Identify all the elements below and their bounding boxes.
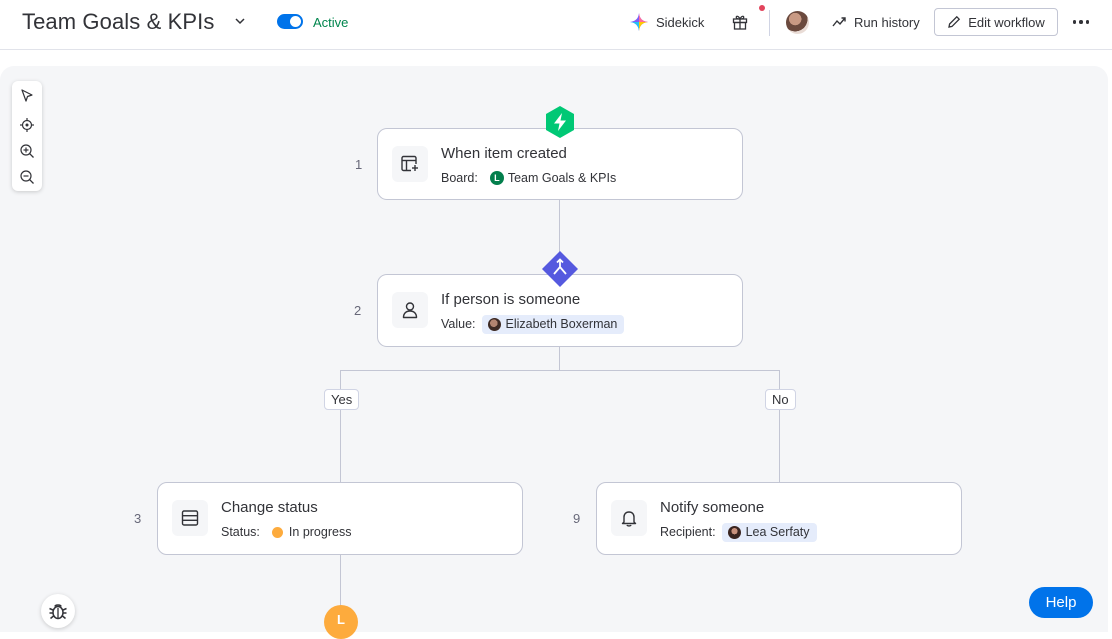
recipient-chip: Lea Serfaty [721,522,817,542]
trigger-title: When item created [441,145,567,162]
edit-workflow-button[interactable]: Edit workflow [934,8,1058,36]
sidekick-button[interactable]: Sidekick [630,12,704,32]
person-avatar [487,317,501,331]
board-avatar: L [489,171,504,185]
person-name: Elizabeth Boxerman [505,317,618,331]
condition-title: If person is someone [441,291,581,308]
sparkle-icon [630,13,648,31]
zoom-out-icon[interactable] [19,169,35,185]
lightning-icon [546,106,574,138]
branch-no-label: No [765,389,796,410]
step-number: 2 [354,303,362,318]
active-toggle[interactable] [277,14,303,29]
canvas-toolbar [12,81,42,191]
change-status-title: Change status [221,499,318,516]
more-options-icon[interactable] [1070,12,1092,32]
recipient-name: Lea Serfaty [745,525,810,539]
board-name: Team Goals & KPIs [507,171,617,185]
run-history-button[interactable]: Run history [832,12,920,32]
connector-line [340,370,341,483]
chevron-down-icon[interactable] [233,14,247,28]
user-avatar[interactable] [786,11,809,34]
notify-detail: Recipient: Lea Serfaty [660,522,817,542]
zoom-in-icon[interactable] [19,143,35,159]
gift-icon[interactable] [731,13,749,31]
pointer-icon[interactable] [19,88,35,104]
detail-label: Board: [441,171,478,185]
connector-line [340,554,341,606]
help-button[interactable]: Help [1029,587,1093,618]
detail-label: Value: [441,317,476,331]
person-icon [392,292,428,328]
step-number: 1 [355,157,363,172]
status-value: In progress [288,525,352,539]
detail-label: Recipient: [660,525,716,539]
edit-workflow-label: Edit workflow [968,14,1045,30]
recipient-avatar [727,525,741,539]
branch-icon [542,251,578,287]
connector-line [779,370,780,483]
detail-label: Status: [221,525,260,539]
focus-icon[interactable] [19,117,35,133]
debug-button[interactable] [41,594,75,628]
active-status-label: Active [313,15,349,30]
branch-yes-label: Yes [324,389,360,410]
status-dot [271,526,283,538]
condition-detail: Value: Elizabeth Boxerman [441,314,625,334]
connector-line [559,200,560,255]
trigger-detail: Board: L Team Goals & KPIs [441,168,616,188]
notification-dot [759,5,765,11]
connector-line [340,370,780,371]
top-header: Team Goals & KPIs Active Sidekick Run hi… [0,0,1112,50]
trend-icon [832,17,846,27]
next-step-node[interactable]: L [324,605,358,639]
bell-icon [611,500,647,536]
bug-icon [49,604,67,620]
notify-title: Notify someone [660,499,765,516]
board-add-icon [392,146,428,182]
page-title[interactable]: Team Goals & KPIs [22,9,214,35]
pencil-icon [948,15,961,28]
person-chip: Elizabeth Boxerman [481,314,625,334]
step-number: 3 [134,511,142,526]
action-card-change-status[interactable]: Change status Status: In progress [157,482,523,555]
change-status-detail: Status: In progress [221,522,351,542]
action-card-notify[interactable]: Notify someone Recipient: Lea Serfaty [596,482,962,555]
step-number: 9 [573,511,581,526]
status-column-icon [172,500,208,536]
connector-line [559,346,560,371]
header-divider [769,10,770,36]
sidekick-label: Sidekick [656,14,705,30]
run-history-label: Run history [854,14,920,30]
